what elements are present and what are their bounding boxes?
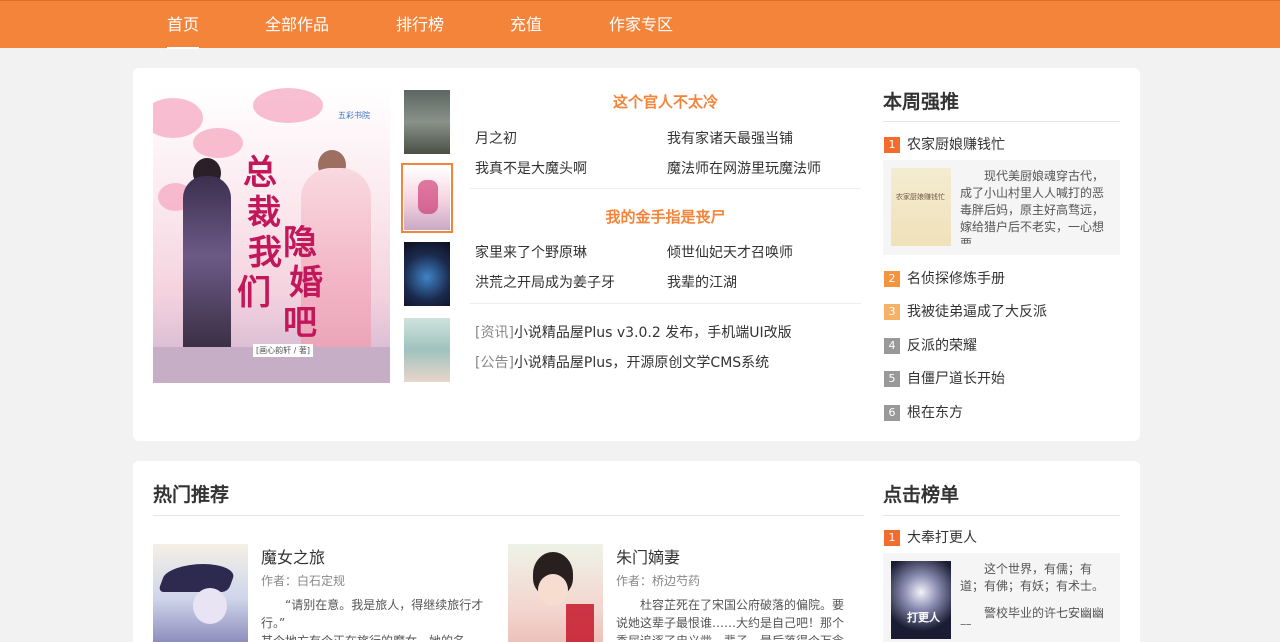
rank-number: 1 [884,137,900,153]
featured-panel: 五彩书院 总 裁 我 们 隐 婚 吧 [画心韵轩 / 著] 这个官人不太冷 月之… [133,68,1140,441]
cover-title-char: 们 [237,273,271,313]
bottom-panel: 热门推荐 魔女之旅 作者：白石定规 “请别在意。我是旅人，得继续旅行才行。” 其… [133,461,1140,642]
rank-item[interactable]: 1 大奉打更人 [884,527,977,546]
group-title[interactable]: 这个官人不太冷 [470,91,861,112]
blossom-decoration [153,98,203,138]
cover-face [193,588,227,624]
group-title[interactable]: 我的金手指是丧尸 [470,206,861,227]
rank-book-name: 大奉打更人 [907,530,977,546]
rank-number: 2 [884,271,900,287]
thumb-cover[interactable] [404,242,450,306]
featured-click-desc: 警校毕业的许七安幽幽醒 [960,606,1105,625]
book-link[interactable]: 倾世仙妃天才召唤师 [667,242,793,262]
book-link[interactable]: 家里来了个野原琳 [475,242,587,262]
hot-book-cover[interactable] [508,544,603,642]
cover-face [538,574,568,606]
nav-recharge[interactable]: 充值 [510,1,542,49]
book-link[interactable]: 月之初 [475,128,517,148]
news-tag: [资讯] [475,325,514,341]
rank-item[interactable]: 2 名侦探修炼手册 [884,268,1005,287]
divider [883,515,1120,516]
featured-click-cover[interactable]: 打更人 [891,561,951,639]
rank-book-name: 农家厨娘赚钱忙 [907,137,1005,153]
publisher-logo: 五彩书院 [338,111,370,120]
hot-book-desc: 杜容芷死在了宋国公府破落的偏院。要说她这辈子最恨谁……大约是自己吧！那个委屈追逐… [616,598,845,640]
news-tag: [公告] [475,355,514,371]
rank-number: 3 [884,304,900,320]
cover-title-char: 裁 [247,193,281,233]
nav-all-works[interactable]: 全部作品 [265,1,329,49]
featured-rank-desc: 现代美厨娘魂穿古代，成了小山村里人人喊打的恶毒胖后妈，原主好高骛远，嫁给猎户后不… [960,169,1105,244]
cover-title-char: 总 [243,153,277,193]
book-link[interactable]: 洪荒之开局成为姜子牙 [475,272,615,292]
featured-book-cover[interactable]: 五彩书院 总 裁 我 们 隐 婚 吧 [画心韵轩 / 著] [153,88,390,383]
featured-rank-book[interactable]: 农家厨娘赚钱忙 现代美厨娘魂穿古代，成了小山村里人人喊打的恶毒胖后妈，原主好高骛… [883,160,1120,255]
rank-item[interactable]: 6 根在东方 [884,402,963,421]
hot-book-desc: “请别在意。我是旅人，得继续旅行才行。” 其个地方有个正在旅行的魔女，她的名 [261,598,484,640]
rank-item[interactable]: 4 反派的荣耀 [884,335,977,354]
cover-title-char: 吧 [283,303,317,343]
rank-number: 6 [884,405,900,421]
featured-rank-cover[interactable]: 农家厨娘赚钱忙 [891,168,951,246]
news-item[interactable]: [公告]小说精品屋Plus，开源原创文学CMS系统 [475,352,769,372]
blossom-decoration [193,128,243,158]
news-item[interactable]: [资讯]小说精品屋Plus v3.0.2 发布，手机端UI改版 [475,322,792,342]
thumb-cover[interactable] [401,163,453,233]
rank-number: 1 [884,530,900,546]
divider [883,121,1120,122]
cover-title-char: 隐 [283,223,317,263]
divider [153,515,864,516]
featured-click-desc: 这个世界，有儒；有道；有佛；有妖；有术士。 [960,562,1105,593]
hot-book-author: 作者：白石定规 [261,574,346,588]
divider [470,303,861,304]
rank-book-name: 自僵尸道长开始 [907,371,1005,387]
book-link[interactable]: 我辈的江湖 [667,272,737,292]
rank-book-name: 名侦探修炼手册 [907,271,1005,287]
divider [470,188,861,189]
click-rank-title: 点击榜单 [883,484,960,506]
rank-number: 4 [884,338,900,354]
rank-item[interactable]: 3 我被徒弟逼成了大反派 [884,301,1047,320]
thumb-cover[interactable] [404,318,450,382]
hot-book-name[interactable]: 魔女之旅 [261,544,325,568]
book-link[interactable]: 我有家诸天最强当铺 [667,128,793,148]
cover-title-char: 婚 [289,263,323,303]
blossom-decoration [253,88,323,123]
hot-book-cover[interactable] [153,544,248,642]
cover-text: 农家厨娘赚钱忙 [896,193,945,201]
thumb-art [418,180,438,214]
top-nav: 首页 全部作品 排行榜 充值 作家专区 [0,0,1280,49]
nav-rankings[interactable]: 排行榜 [396,1,444,49]
book-link[interactable]: 我真不是大魔头啊 [475,158,587,178]
hot-book-author: 作者：桥边芍药 [616,574,701,588]
featured-click-book[interactable]: 打更人 这个世界，有儒；有道；有佛；有妖；有术士。 警校毕业的许七安幽幽醒 [883,553,1120,642]
cover-author: [画心韵轩 / 著] [253,344,314,357]
rank-item[interactable]: 5 自僵尸道长开始 [884,368,1005,387]
thumb-cover[interactable] [404,90,450,154]
hot-recommend-title: 热门推荐 [153,484,230,506]
weekly-rank-title: 本周强推 [883,91,960,113]
news-text: 小说精品屋Plus，开源原创文学CMS系统 [513,355,770,371]
rank-book-name: 我被徒弟逼成了大反派 [907,304,1047,320]
news-text: 小说精品屋Plus v3.0.2 发布，手机端UI改版 [513,325,792,341]
hot-book-name[interactable]: 朱门嫡妻 [616,544,680,568]
rank-book-name: 反派的荣耀 [907,338,977,354]
witch-hat [157,564,239,592]
book-link[interactable]: 魔法师在网游里玩魔法师 [667,158,821,178]
nav-author-zone[interactable]: 作家专区 [609,1,673,49]
nav-home[interactable]: 首页 [167,1,200,49]
cover-figure-man [183,176,231,376]
rank-book-name: 根在东方 [907,405,963,421]
rank-number: 5 [884,371,900,387]
cover-title-block [566,604,594,642]
cover-text: 打更人 [907,611,940,624]
cover-title-char: 我 [248,233,282,273]
rank-item[interactable]: 1 农家厨娘赚钱忙 [884,134,1005,153]
